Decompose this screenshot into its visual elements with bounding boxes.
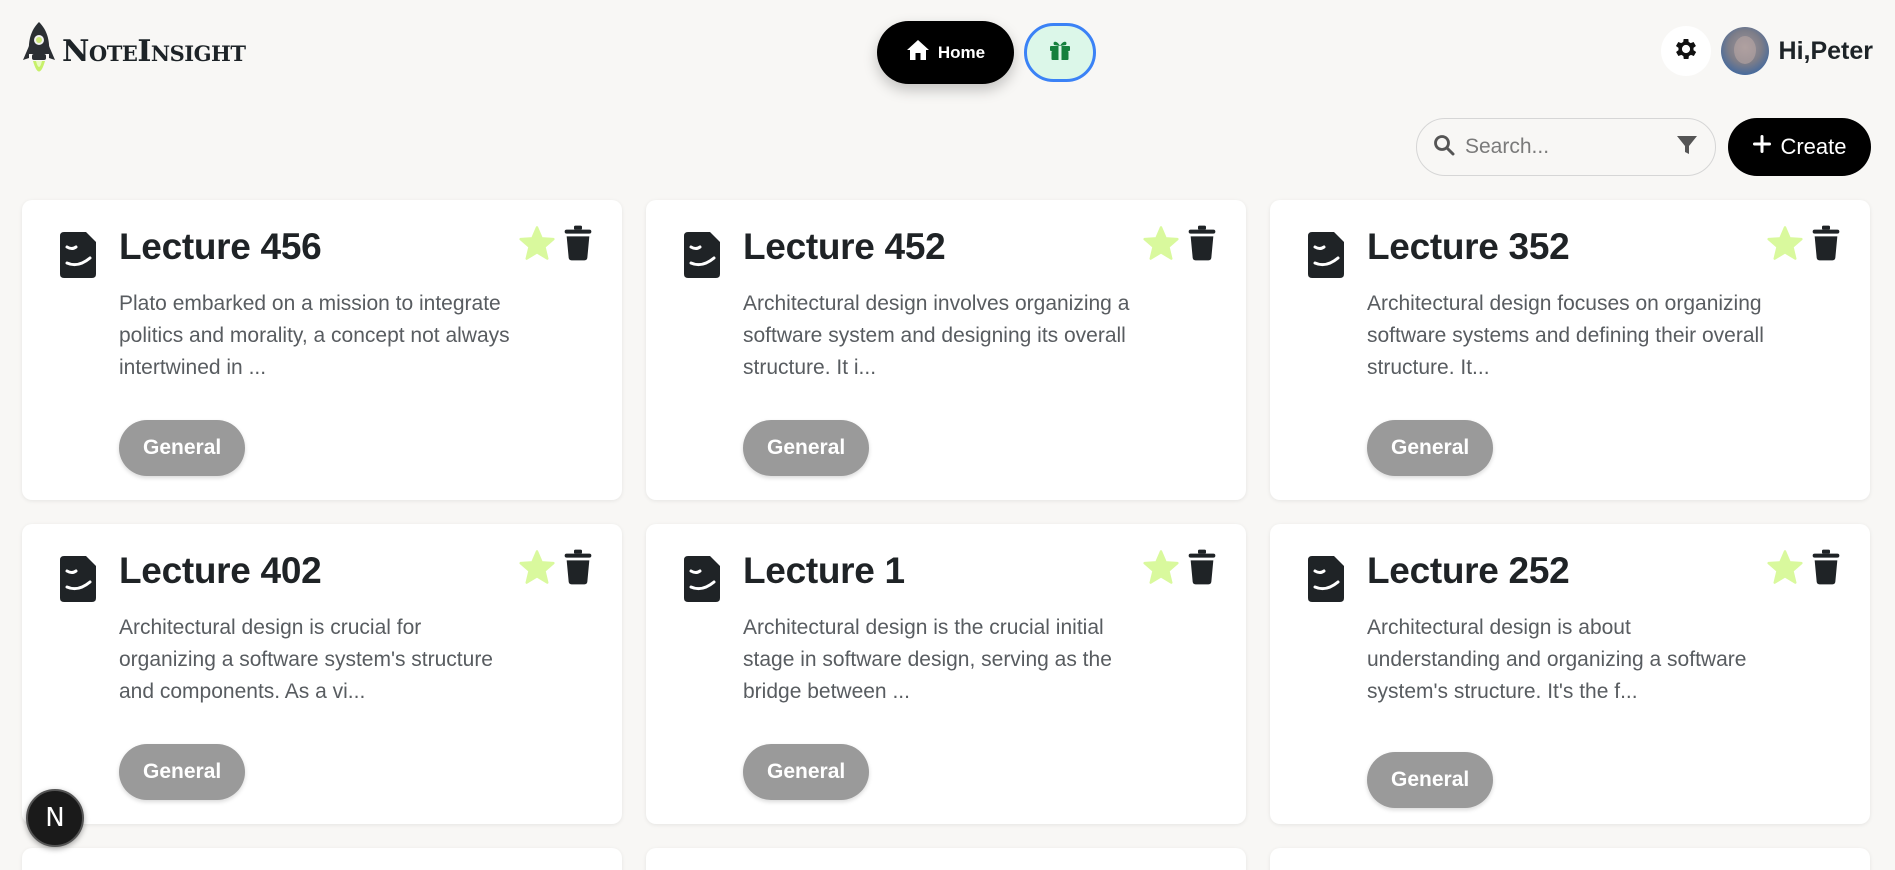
create-label: Create	[1780, 134, 1847, 159]
note-document-icon	[1304, 230, 1346, 285]
note-category-tag[interactable]: General	[1367, 752, 1494, 808]
create-button[interactable]: Create	[1728, 118, 1871, 176]
favorite-star-icon[interactable]	[1766, 225, 1804, 266]
note-category-tag[interactable]: General	[1367, 420, 1494, 476]
settings-button[interactable]	[1660, 26, 1711, 76]
dev-badge-letter: N	[45, 803, 65, 833]
note-card-partial[interactable]	[22, 848, 622, 870]
rocket-icon	[20, 20, 58, 82]
note-actions	[1766, 548, 1842, 591]
favorite-star-icon[interactable]	[518, 549, 556, 590]
note-document-icon	[1304, 554, 1346, 609]
search-bar	[1416, 118, 1716, 176]
note-card[interactable]: Lecture 1 Architectural design is the cr…	[646, 524, 1246, 824]
search-icon	[1433, 134, 1455, 161]
note-category-tag[interactable]: General	[119, 420, 246, 476]
main-nav: Home	[877, 21, 1096, 84]
home-label: Home	[937, 42, 986, 62]
note-description: Architectural design involves organizing…	[743, 292, 1130, 379]
note-actions	[1142, 224, 1218, 267]
home-button[interactable]: Home	[877, 21, 1014, 84]
note-category-tag[interactable]: General	[743, 744, 870, 800]
app-root: NoteInsight Home Hi,Peter Search... Crea…	[0, 0, 1895, 870]
gear-icon	[1672, 35, 1700, 68]
note-card[interactable]: Lecture 402 Architectural design is cruc…	[22, 524, 622, 824]
note-description: Architectural design is about understand…	[1367, 616, 1747, 703]
note-actions	[518, 224, 594, 267]
note-card-partial[interactable]	[1270, 848, 1870, 870]
user-area: Hi,Peter	[1660, 26, 1873, 76]
plus-icon	[1752, 134, 1772, 160]
note-card[interactable]: Lecture 252 Architectural design is abou…	[1270, 524, 1870, 824]
note-card[interactable]: Lecture 452 Architectural design involve…	[646, 200, 1246, 500]
note-title: Lecture 1	[743, 550, 905, 591]
trash-icon[interactable]	[562, 224, 594, 267]
note-description: Architectural design is crucial for orga…	[119, 616, 493, 703]
trash-icon[interactable]	[562, 548, 594, 591]
brand-name: NoteInsight	[62, 33, 246, 69]
note-document-icon	[56, 554, 98, 609]
avatar[interactable]	[1720, 27, 1769, 75]
note-category-tag[interactable]: General	[743, 420, 870, 476]
trash-icon[interactable]	[1810, 548, 1842, 591]
note-actions	[1766, 224, 1842, 267]
gift-icon	[1048, 38, 1072, 67]
note-title: Lecture 456	[119, 226, 322, 267]
note-category-tag[interactable]: General	[119, 744, 246, 800]
user-greeting: Hi,Peter	[1778, 36, 1873, 65]
note-document-icon	[680, 554, 722, 609]
note-actions	[518, 548, 594, 591]
note-description: Architectural design focuses on organizi…	[1367, 292, 1764, 379]
trash-icon[interactable]	[1810, 224, 1842, 267]
note-card[interactable]: Lecture 352 Architectural design focuses…	[1270, 200, 1870, 500]
trash-icon[interactable]	[1186, 548, 1218, 591]
favorite-star-icon[interactable]	[1766, 549, 1804, 590]
note-title: Lecture 402	[119, 550, 322, 591]
note-document-icon	[680, 230, 722, 285]
note-card[interactable]: Lecture 456 Plato embarked on a mission …	[22, 200, 622, 500]
notes-grid: Lecture 456 Plato embarked on a mission …	[22, 200, 1871, 824]
note-actions	[1142, 548, 1218, 591]
note-title: Lecture 252	[1367, 550, 1570, 591]
favorite-star-icon[interactable]	[1142, 549, 1180, 590]
note-description: Plato embarked on a mission to integrate…	[119, 292, 510, 379]
next-dev-indicator[interactable]: N	[26, 789, 84, 847]
note-description: Architectural design is the crucial init…	[743, 616, 1112, 703]
trash-icon[interactable]	[1186, 224, 1218, 267]
filter-icon[interactable]	[1675, 133, 1699, 162]
note-title: Lecture 452	[743, 226, 946, 267]
favorite-star-icon[interactable]	[1142, 225, 1180, 266]
gift-button[interactable]	[1024, 23, 1096, 82]
brand-logo[interactable]: NoteInsight	[20, 20, 246, 82]
note-title: Lecture 352	[1367, 226, 1570, 267]
favorite-star-icon[interactable]	[518, 225, 556, 266]
search-input[interactable]	[1465, 135, 1675, 159]
home-icon	[906, 39, 930, 66]
note-card-partial[interactable]	[646, 848, 1246, 870]
note-document-icon	[56, 230, 98, 285]
